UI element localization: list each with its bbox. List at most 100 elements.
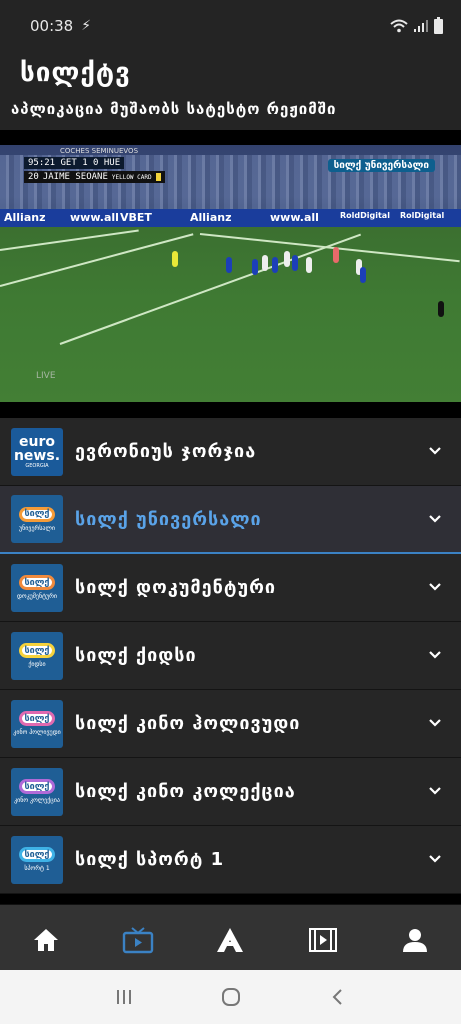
pitch-line (199, 233, 460, 263)
player-card-row: 20 JAIME SEOANE YELLOW CARD (24, 171, 165, 183)
nav-a-button[interactable] (210, 920, 250, 960)
app-header: სილქტვ აპლიკაცია მუშაობს სატესტო რეჟიმში (0, 52, 461, 130)
chevron-down-icon[interactable] (429, 853, 441, 865)
euronews-logo: euro news. GEORGIA (11, 427, 63, 476)
nav-profile-button[interactable] (395, 920, 435, 960)
goalkeeper-figure (172, 251, 178, 267)
recent-apps-button[interactable] (110, 983, 138, 1011)
home-circle-icon (221, 988, 240, 1006)
logo-pill: სილქ (19, 779, 55, 794)
logo-pill: სილქ (19, 506, 55, 522)
chevron-down-icon[interactable] (429, 581, 441, 593)
score-row: 95:21 GET 1 0 HUE (24, 157, 125, 169)
channel-name: სილქ უნივერსალი (75, 508, 262, 530)
film-icon (308, 927, 337, 952)
logo-sub: კინო ჰოლივუდი (13, 729, 61, 736)
silk-sport-1-logo: სილქ სპორტ 1 (11, 835, 63, 884)
logo-text: euro news. (13, 433, 61, 464)
home-icon (34, 928, 59, 951)
silk-kidsi-logo: სილქ ქიდსი (11, 631, 63, 680)
live-tag: LIVE (36, 371, 56, 381)
chevron-down-icon[interactable] (429, 717, 441, 729)
player-figure (252, 259, 258, 275)
app-title: სილქტვ (20, 58, 131, 88)
signal-icon (414, 20, 428, 32)
official-figure (438, 301, 444, 317)
card-label: YELLOW CARD (111, 173, 152, 181)
a-logo-icon (217, 927, 244, 952)
video-player[interactable]: COCHES SEMINUEVOS Allianz www.all Allian… (0, 130, 461, 418)
channel-item-silk-kino-kolekcia[interactable]: სილქ კინო კოლექცია სილქ კინო კოლექცია (0, 758, 461, 826)
nav-movies-button[interactable] (303, 920, 343, 960)
status-icons (390, 16, 443, 34)
logo-pill: სილქ (19, 643, 55, 658)
player-number: 20 (28, 172, 39, 182)
channel-item-euronews-georgia[interactable]: euro news. GEORGIA ევრონიუს ჯორჯია (0, 418, 461, 486)
chevron-down-icon[interactable] (429, 785, 441, 797)
stand-sign: COCHES SEMINUEVOS (60, 147, 139, 155)
player-figure (226, 257, 232, 273)
chevron-down-icon[interactable] (429, 513, 441, 525)
video-frame[interactable]: COCHES SEMINUEVOS Allianz www.all Allian… (0, 145, 461, 402)
ad-text: www.all (70, 211, 119, 224)
battery-icon (434, 16, 443, 34)
channel-list: euro news. GEORGIA ევრონიუს ჯორჯია სილქ … (0, 418, 461, 894)
channel-name: ევრონიუს ჯორჯია (75, 441, 257, 462)
channel-item-silk-sport-1[interactable]: სილქ სპორტ 1 სილქ სპორტ 1 (0, 826, 461, 894)
nav-home-button[interactable] (26, 920, 66, 960)
nav-tv-button[interactable] (118, 920, 158, 960)
user-icon (402, 928, 427, 952)
channel-item-silk-kino-hollywood[interactable]: სილქ კინო ჰოლივუდი სილქ კინო ჰოლივუდი (0, 690, 461, 758)
channel-name: სილქ კინო კოლექცია (75, 781, 296, 802)
chevron-down-icon[interactable] (429, 445, 441, 457)
test-mode-notice: აპლიკაცია მუშაობს სატესტო რეჟიმში (11, 100, 337, 118)
logo-sub: უნივერსალი (19, 524, 55, 532)
wifi-icon (390, 19, 408, 33)
home-team: GET (60, 158, 77, 168)
channel-item-silk-kidsi[interactable]: სილქ ქიდსი სილქ ქიდსი (0, 622, 461, 690)
tv-icon (123, 926, 154, 953)
ad-text: Allianz (4, 211, 46, 224)
silk-kino-kolekcia-logo: სილქ კინო კოლექცია (11, 767, 63, 816)
status-bar: 00:38 ⚡ (0, 0, 461, 52)
channel-name: სილქ ქიდსი (75, 645, 197, 666)
logo-pill: სილქ (19, 711, 55, 726)
channel-item-silk-universali[interactable]: სილქ უნივერსალი სილქ უნივერსალი (0, 486, 461, 554)
ad-text: www.all (270, 211, 319, 224)
match-clock: 95:21 (28, 158, 56, 168)
away-team: HUE (103, 158, 121, 168)
system-home-button[interactable] (217, 983, 245, 1011)
player-figure (360, 267, 366, 283)
player-name: JAIME SEOANE (42, 172, 108, 182)
status-time: 00:38 (30, 17, 74, 35)
pitch-line (0, 229, 139, 251)
player-figure (306, 257, 312, 273)
ad-boards: Allianz www.all Allianz VBET RoldDigital… (0, 209, 461, 227)
referee-figure (333, 247, 339, 263)
recent-apps-icon (116, 990, 131, 1004)
ad-text: VBET (120, 211, 152, 224)
silk-universali-logo: სილქ უნივერსალი (11, 495, 63, 543)
bottom-nav (0, 904, 461, 970)
back-icon (332, 989, 342, 1005)
logo-sub: დოკუმენტური (16, 593, 58, 600)
logo-sub: სპორტ 1 (24, 865, 50, 872)
pitch-line (0, 233, 194, 287)
logo-pill: სილქ (19, 575, 55, 590)
silk-dokumenturi-logo: სილქ დოკუმენტური (11, 563, 63, 612)
player-figure (262, 255, 268, 271)
silk-kino-hollywood-logo: სილქ კინო ჰოლივუდი (11, 699, 63, 748)
logo-sub: GEORGIA (25, 462, 49, 469)
home-score: 1 (82, 158, 88, 168)
channel-item-silk-dokumenturi[interactable]: სილქ დოკუმენტური სილქ დოკუმენტური (0, 554, 461, 622)
ad-text: RoldDigital (340, 211, 390, 220)
yellow-card-icon (155, 173, 161, 181)
channel-name: სილქ დოკუმენტური (75, 577, 277, 598)
bolt-icon: ⚡ (81, 18, 92, 34)
ad-text: RolDigital (400, 211, 445, 220)
channel-watermark: სილქ უნივერსალი (327, 159, 435, 172)
pitch-line (59, 233, 362, 345)
back-button[interactable] (324, 983, 352, 1011)
ad-text: Allianz (190, 211, 232, 224)
chevron-down-icon[interactable] (429, 649, 441, 661)
